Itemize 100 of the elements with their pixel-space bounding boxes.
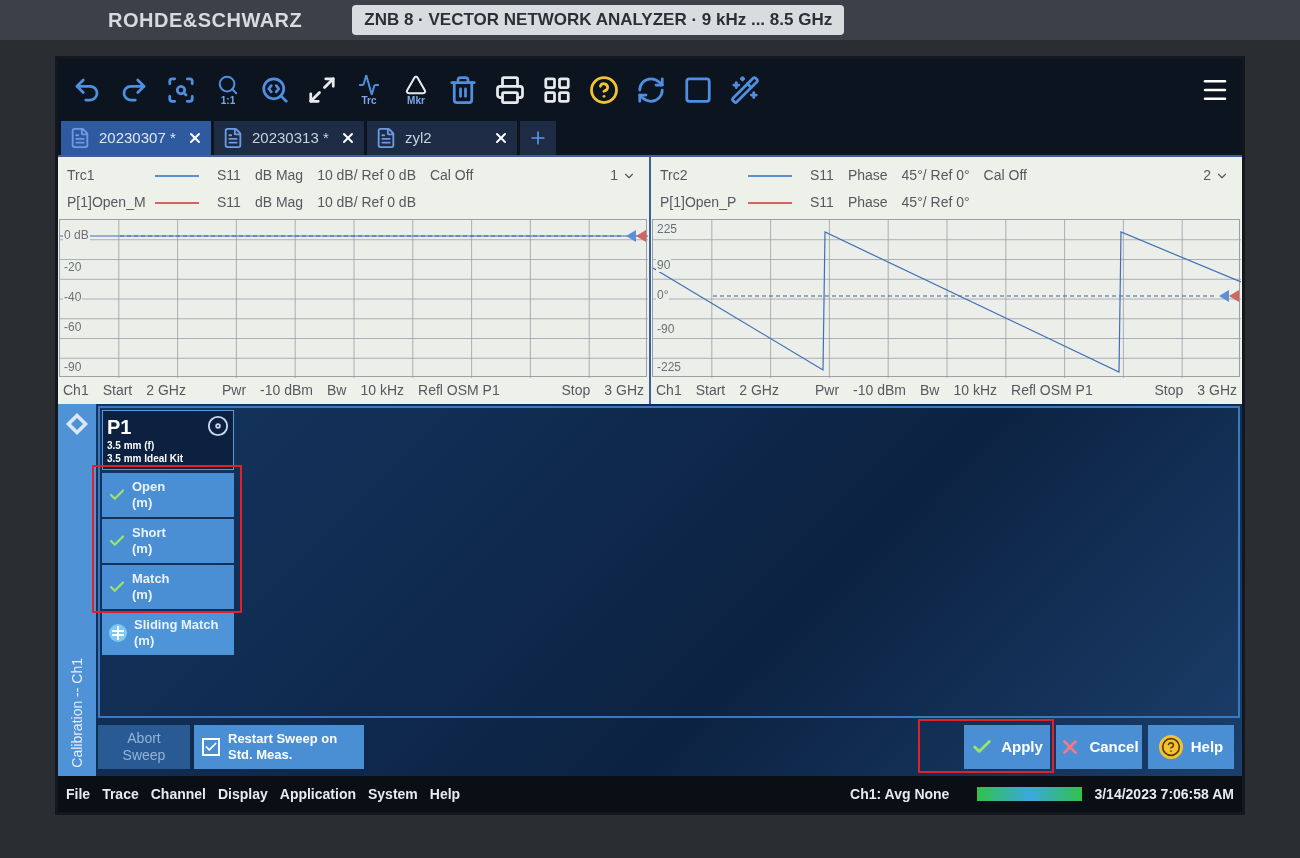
axis-label: -90 [63,361,83,374]
printer-icon [495,75,525,105]
reference-marker-icon [1219,290,1239,302]
channel-info: 10 kHz [953,381,998,400]
close-icon[interactable] [493,130,509,146]
axis-label: 225 [656,223,679,236]
reference-marker-icon [626,230,646,242]
zoom-area-icon [166,75,196,105]
add-tab-button[interactable] [520,121,556,155]
channel-info: Ch1 [63,381,89,400]
marker-triangle-button[interactable]: Mkr [399,69,433,111]
axis-label: -90 [656,323,676,336]
date-time: 3/14/2023 7:06:58 AM [1094,784,1234,804]
brand-name: ROHDE&SCHWARZ [108,8,303,33]
close-icon[interactable] [187,130,203,146]
help-icon [1158,735,1183,759]
zoom-settings-icon [260,75,290,105]
channel-info: Stop [561,381,591,400]
panel-title: Calibration -- Ch1 [67,658,86,768]
axis-label: 0 dB [63,229,90,242]
menu-item[interactable]: Trace [102,783,139,805]
averaging-status: Ch1: Avg None [850,784,950,804]
axis-label: -60 [63,321,83,334]
axis-label: -40 [63,291,83,304]
trace-setting: Phase [847,193,888,212]
channel-info: Stop [1154,381,1184,400]
trace-setting: Phase [847,166,888,185]
channel-info: Ch1 [656,381,682,400]
trace-setting: 10 dB/ Ref 0 dB [317,166,416,185]
menu-item[interactable]: File [66,783,91,805]
trace-name[interactable]: P[1]Open_P [660,192,748,213]
axis-label: 90 [656,259,672,272]
diamond-icon [65,412,89,436]
connector-type: 3.5 mm (f) [107,440,156,453]
trace-setting: S11 [810,193,834,212]
zoom-button[interactable]: 1:1 [211,69,245,111]
help-icon [589,75,619,105]
refresh-icon [636,75,666,105]
trace-setting: S11 [810,166,834,185]
channel-info: Bw [920,381,940,400]
model-label: ZNB 8 · VECTOR NETWORK ANALYZER · 9 kHz ... 8.5 GHz [352,5,845,35]
expand-icon [307,75,337,105]
axis-label: 0° [656,289,670,302]
display-icon [683,75,713,105]
trace-setting: Cal Off [983,166,1027,185]
connector-icon [207,415,229,437]
trace-name[interactable]: P[1]Open_M [67,192,155,213]
menu-item[interactable]: Channel [150,783,206,805]
channel-info: Bw [327,381,347,400]
kit-name: 3.5 mm Ideal Kit [107,452,185,465]
marker-triangle-icon [405,74,427,96]
document-tab[interactable]: 20230307 * [61,121,211,155]
trace-setting: Cal Off [429,166,474,185]
diagram-selector[interactable]: 2 [1203,165,1229,186]
menu-item[interactable]: Display [217,783,268,805]
channel-info: 10 kHz [360,381,405,400]
restart-sweep-checkbox[interactable]: Restart Sweep on Std. Meas. [194,725,364,769]
channel-info: 3 GHz [604,381,644,400]
trace-name[interactable]: Trc2 [660,165,748,186]
trace-setting: 45°/ Ref 0° [901,193,970,212]
trace-setting: 10 dB/ Ref 0 dB [317,193,416,212]
menu-item[interactable]: Application [279,783,356,805]
document-icon [222,127,244,149]
channel-info: Pwr [814,381,840,400]
document-icon [375,127,397,149]
windows-icon [542,75,572,105]
channel-info: 2 GHz [146,381,186,400]
axis-label: -225 [656,361,683,374]
channel-info: 3 GHz [1197,381,1237,400]
trace-curve-icon [358,74,380,96]
trace-setting: S11 [217,193,241,212]
document-icon [69,127,91,149]
trace-setting: 45°/ Ref 0° [901,166,970,185]
channel-info: -10 dBm [853,381,906,400]
cancel-button[interactable]: Cancel [1056,725,1142,769]
channel-info: 2 GHz [739,381,779,400]
menu-item[interactable]: Help [429,783,461,805]
port-name: P1 [107,415,132,440]
wand-icon [730,75,760,105]
trash-icon [448,75,478,105]
channel-info: Refl OSM P1 [418,381,500,400]
zoom-icon [217,74,239,96]
channel-info: Refl OSM P1 [1011,381,1093,400]
trace-curve-button[interactable]: Trc [352,69,386,111]
channel-info: -10 dBm [260,381,313,400]
trace-setting: dB Mag [254,193,304,212]
sliding-icon [108,623,128,643]
document-tab[interactable]: zyl2 [367,121,517,155]
trace-setting: dB Mag [254,166,304,185]
axis-label: -20 [63,261,83,274]
apply-button[interactable]: Apply [964,725,1050,769]
trace-setting: S11 [217,166,241,185]
help-button[interactable]: Help [1148,725,1234,769]
menu-item[interactable]: System [368,783,418,805]
channel-info: Pwr [221,381,247,400]
diagram-selector[interactable]: 1 [610,165,636,186]
document-tab[interactable]: 20230313 * [214,121,364,155]
close-icon[interactable] [340,130,356,146]
channel-info: Start [695,381,726,400]
trace-name[interactable]: Trc1 [67,165,155,186]
